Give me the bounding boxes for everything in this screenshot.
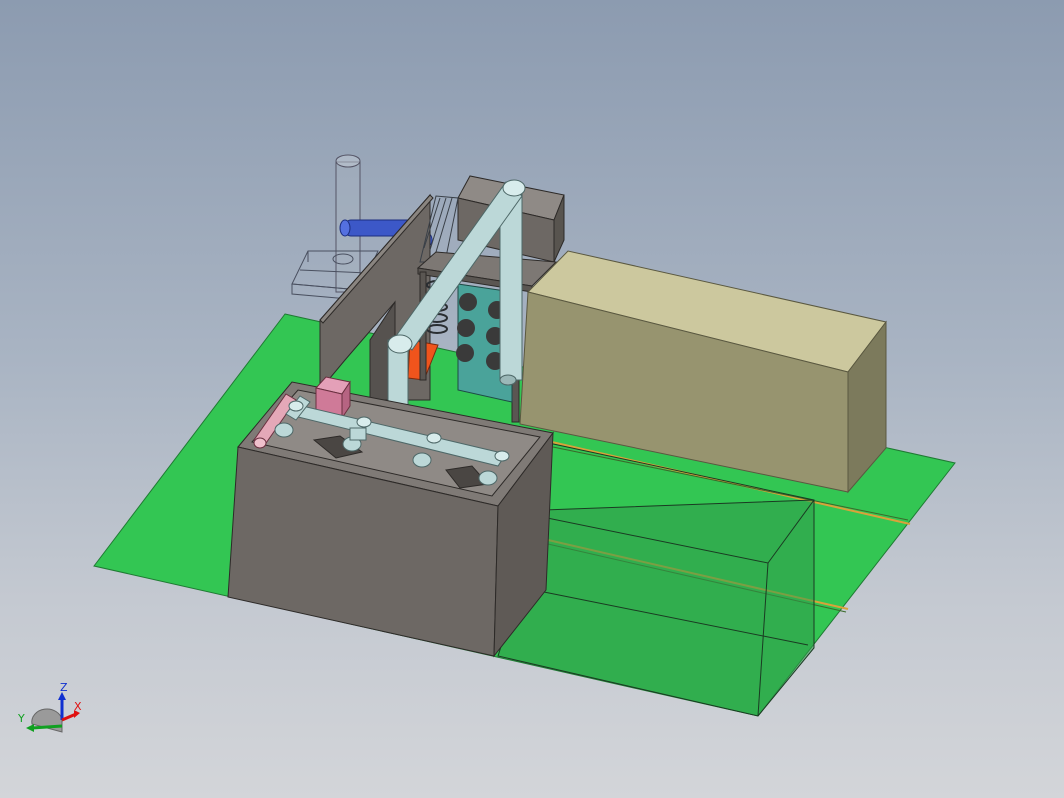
y-axis-label: Y xyxy=(17,712,25,725)
panel-hole xyxy=(456,344,474,362)
orientation-triad[interactable]: Z X Y xyxy=(14,680,94,740)
x-axis-line xyxy=(61,712,77,722)
assembly-model[interactable] xyxy=(0,0,1064,798)
panel-hole xyxy=(459,293,477,311)
y-axis-line xyxy=(31,724,63,730)
cad-3d-viewport[interactable]: Z X Y xyxy=(0,0,1064,798)
x-axis-label: X xyxy=(74,700,82,713)
z-axis-label: Z xyxy=(60,681,68,694)
y-axis-arrow xyxy=(26,724,34,732)
panel-hole xyxy=(457,319,475,337)
